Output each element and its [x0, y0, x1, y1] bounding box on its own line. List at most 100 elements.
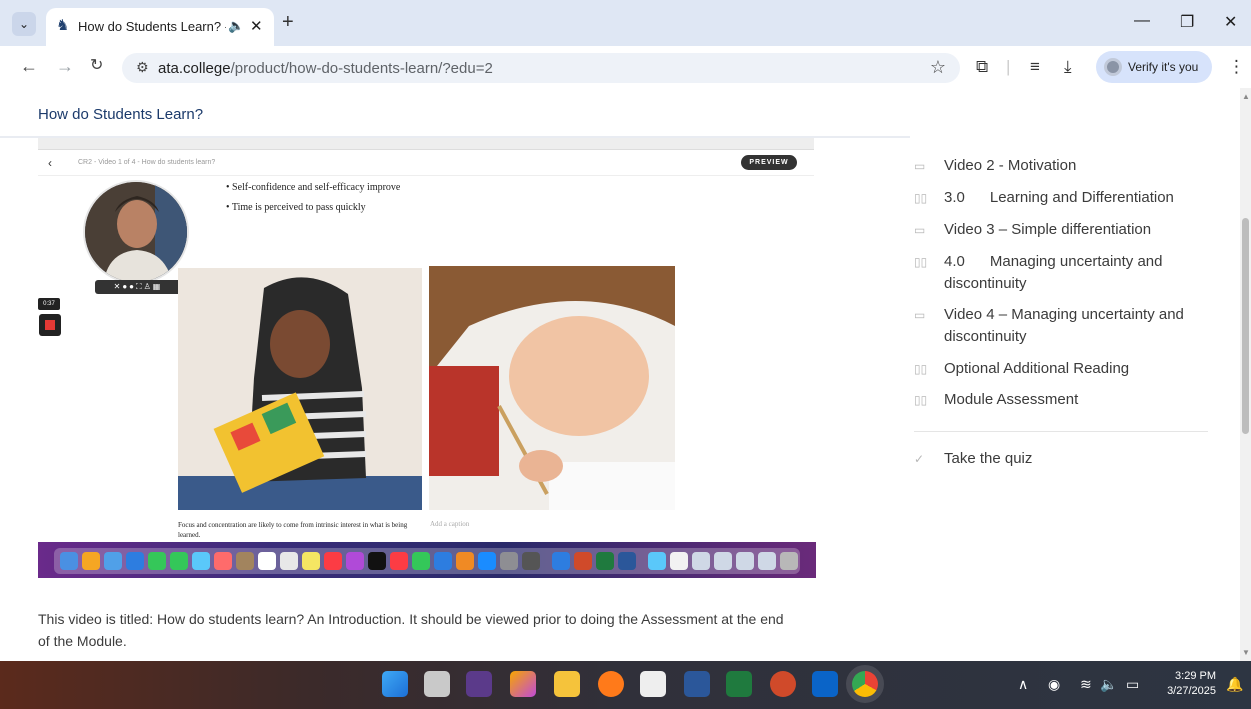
dock-app-icon — [192, 552, 210, 570]
chrome-icon[interactable] — [846, 665, 884, 703]
dock-app-icon — [368, 552, 386, 570]
forward-button[interactable]: → — [56, 56, 74, 76]
task-view-icon[interactable] — [424, 671, 450, 697]
file-explorer-icon[interactable] — [554, 671, 580, 697]
caption-placeholder[interactable]: Add a caption — [430, 520, 469, 528]
tab-title: How do Students Learn? - A — [78, 19, 226, 34]
sidebar-item-label: Optional Additional Reading — [944, 360, 1130, 377]
dock-app-icon — [434, 552, 452, 570]
sidebar-item-label: Video 3 – Simple differentiation — [944, 221, 1152, 238]
dock-app-icon — [126, 552, 144, 570]
webcam-overlay[interactable] — [83, 180, 189, 284]
dock-app-icon — [670, 552, 688, 570]
video-player[interactable]: ‹ CR2 - Video 1 of 4 - How do students l… — [38, 138, 816, 578]
video-icon: ▭ — [914, 159, 926, 173]
calendar-icon[interactable] — [640, 671, 666, 697]
download-icon[interactable]: ⤓ — [1064, 57, 1072, 77]
windows-start-icon[interactable] — [382, 671, 408, 697]
bookmark-star-icon[interactable]: ☆ — [930, 57, 946, 78]
tab-close-icon[interactable]: ✕ — [250, 17, 263, 35]
network-app-icon[interactable]: ◉ — [1048, 676, 1060, 693]
battery-icon[interactable]: ▭ — [1126, 676, 1139, 693]
verify-label: Verify it's you — [1128, 60, 1199, 74]
notifications-bell-icon[interactable]: 🔔 — [1226, 676, 1243, 693]
photo-child-writing — [429, 266, 675, 510]
dock-app-icon — [390, 552, 408, 570]
windows-taskbar: ∧ ◉ ≋ 🔈 ▭ 3:29 PM 3/27/2025 🔔 — [0, 661, 1251, 709]
avatar — [1104, 58, 1122, 76]
browser-toolbar: ← → ↻ ⚙ ata.college/product/how-do-stude… — [0, 46, 1251, 88]
close-window-button[interactable]: ✕ — [1224, 12, 1237, 32]
browser-tab[interactable]: ♞ How do Students Learn? - A 🔈 ✕ — [46, 8, 274, 46]
dock-app-icon — [552, 552, 570, 570]
outlook-icon[interactable] — [812, 671, 838, 697]
reload-button[interactable]: ↻ — [90, 56, 103, 76]
image-caption: Focus and concentration are likely to co… — [178, 521, 408, 539]
taskbar-app-icon[interactable] — [510, 671, 536, 697]
recorded-desktop-dock — [38, 542, 816, 578]
recording-timer: 0:37 — [38, 298, 60, 310]
dock-app-icon — [302, 552, 320, 570]
profile-verify-button[interactable]: Verify it's you — [1096, 51, 1212, 83]
restore-button[interactable]: ❐ — [1180, 12, 1194, 32]
dock-app-icon — [214, 552, 232, 570]
dock-app-icon — [574, 552, 592, 570]
preview-button[interactable]: PREVIEW — [741, 155, 797, 170]
site-settings-icon[interactable]: ⚙ — [136, 59, 149, 76]
speaker-icon[interactable]: 🔈 — [228, 18, 244, 34]
video-bullet-2: • Time is perceived to pass quickly — [226, 202, 366, 213]
clock-time: 3:29 PM — [1175, 670, 1216, 682]
extensions-icon[interactable]: ⧉ — [976, 57, 988, 77]
wifi-icon[interactable]: ≋ — [1080, 676, 1092, 693]
dock-app-icon — [346, 552, 364, 570]
dock-app-icon — [60, 552, 78, 570]
volume-icon[interactable]: 🔈 — [1100, 676, 1117, 693]
toolbar-divider: | — [1006, 57, 1011, 76]
page-scrollbar[interactable]: ▲ ▼ — [1240, 88, 1251, 661]
reading-list-icon[interactable]: ≡ — [1030, 57, 1040, 77]
menu-kebab-icon[interactable]: ⋮ — [1228, 57, 1245, 77]
stop-recording-button[interactable] — [39, 314, 61, 336]
back-button[interactable]: ← — [20, 56, 38, 76]
dock-app-icon — [500, 552, 518, 570]
url-text: ata.college/product/how-do-students-lear… — [158, 60, 493, 77]
check-circle-icon: ✓ — [914, 452, 925, 466]
book-icon: ▯▯ — [914, 362, 928, 376]
video-inner-header: ‹ CR2 - Video 1 of 4 - How do students l… — [38, 152, 814, 176]
word-icon[interactable] — [684, 671, 710, 697]
dock-app-icon — [82, 552, 100, 570]
scroll-down-icon[interactable]: ▼ — [1242, 648, 1250, 657]
tab-search-dropdown[interactable]: ⌄ — [12, 12, 36, 36]
dock-app-icon — [692, 552, 710, 570]
dock-app-icon — [258, 552, 276, 570]
show-hidden-icons[interactable]: ∧ — [1018, 676, 1028, 693]
new-tab-button[interactable]: + — [282, 11, 294, 33]
powerpoint-icon[interactable] — [770, 671, 796, 697]
video-inner-tabs — [38, 138, 814, 150]
webcam-controls[interactable]: ✕●●⛶♙▦ — [95, 280, 181, 294]
site-favicon-icon: ♞ — [56, 17, 70, 34]
system-clock[interactable]: 3:29 PM 3/27/2025 — [1160, 669, 1216, 699]
address-bar[interactable]: ⚙ ata.college/product/how-do-students-le… — [122, 53, 960, 83]
dock-app-icon — [736, 552, 754, 570]
video-breadcrumb: CR2 - Video 1 of 4 - How do students lea… — [78, 159, 216, 166]
sidebar-item-label: Video 4 – Managing uncertainty and disco… — [944, 306, 1184, 345]
dock-app-icon — [324, 552, 342, 570]
scrollbar-thumb[interactable] — [1242, 218, 1249, 434]
video-description: This video is titled: How do students le… — [38, 611, 784, 649]
dock-app-icon — [236, 552, 254, 570]
firefox-icon[interactable] — [598, 671, 624, 697]
minimize-button[interactable]: — — [1134, 12, 1150, 30]
video-back-icon[interactable]: ‹ — [48, 156, 52, 170]
sidebar-item-label: 3.0 Learning and Differentiation — [944, 189, 1174, 206]
video-icon: ▭ — [914, 308, 926, 322]
sidebar-divider — [914, 431, 1208, 432]
dock-app-icon — [648, 552, 666, 570]
excel-icon[interactable] — [726, 671, 752, 697]
dock-app-icon — [758, 552, 776, 570]
photo-child-reading — [178, 268, 422, 510]
dock-app-icon — [596, 552, 614, 570]
scroll-up-icon[interactable]: ▲ — [1242, 92, 1250, 101]
taskbar-app-icon[interactable] — [466, 671, 492, 697]
dock-app-icon — [714, 552, 732, 570]
